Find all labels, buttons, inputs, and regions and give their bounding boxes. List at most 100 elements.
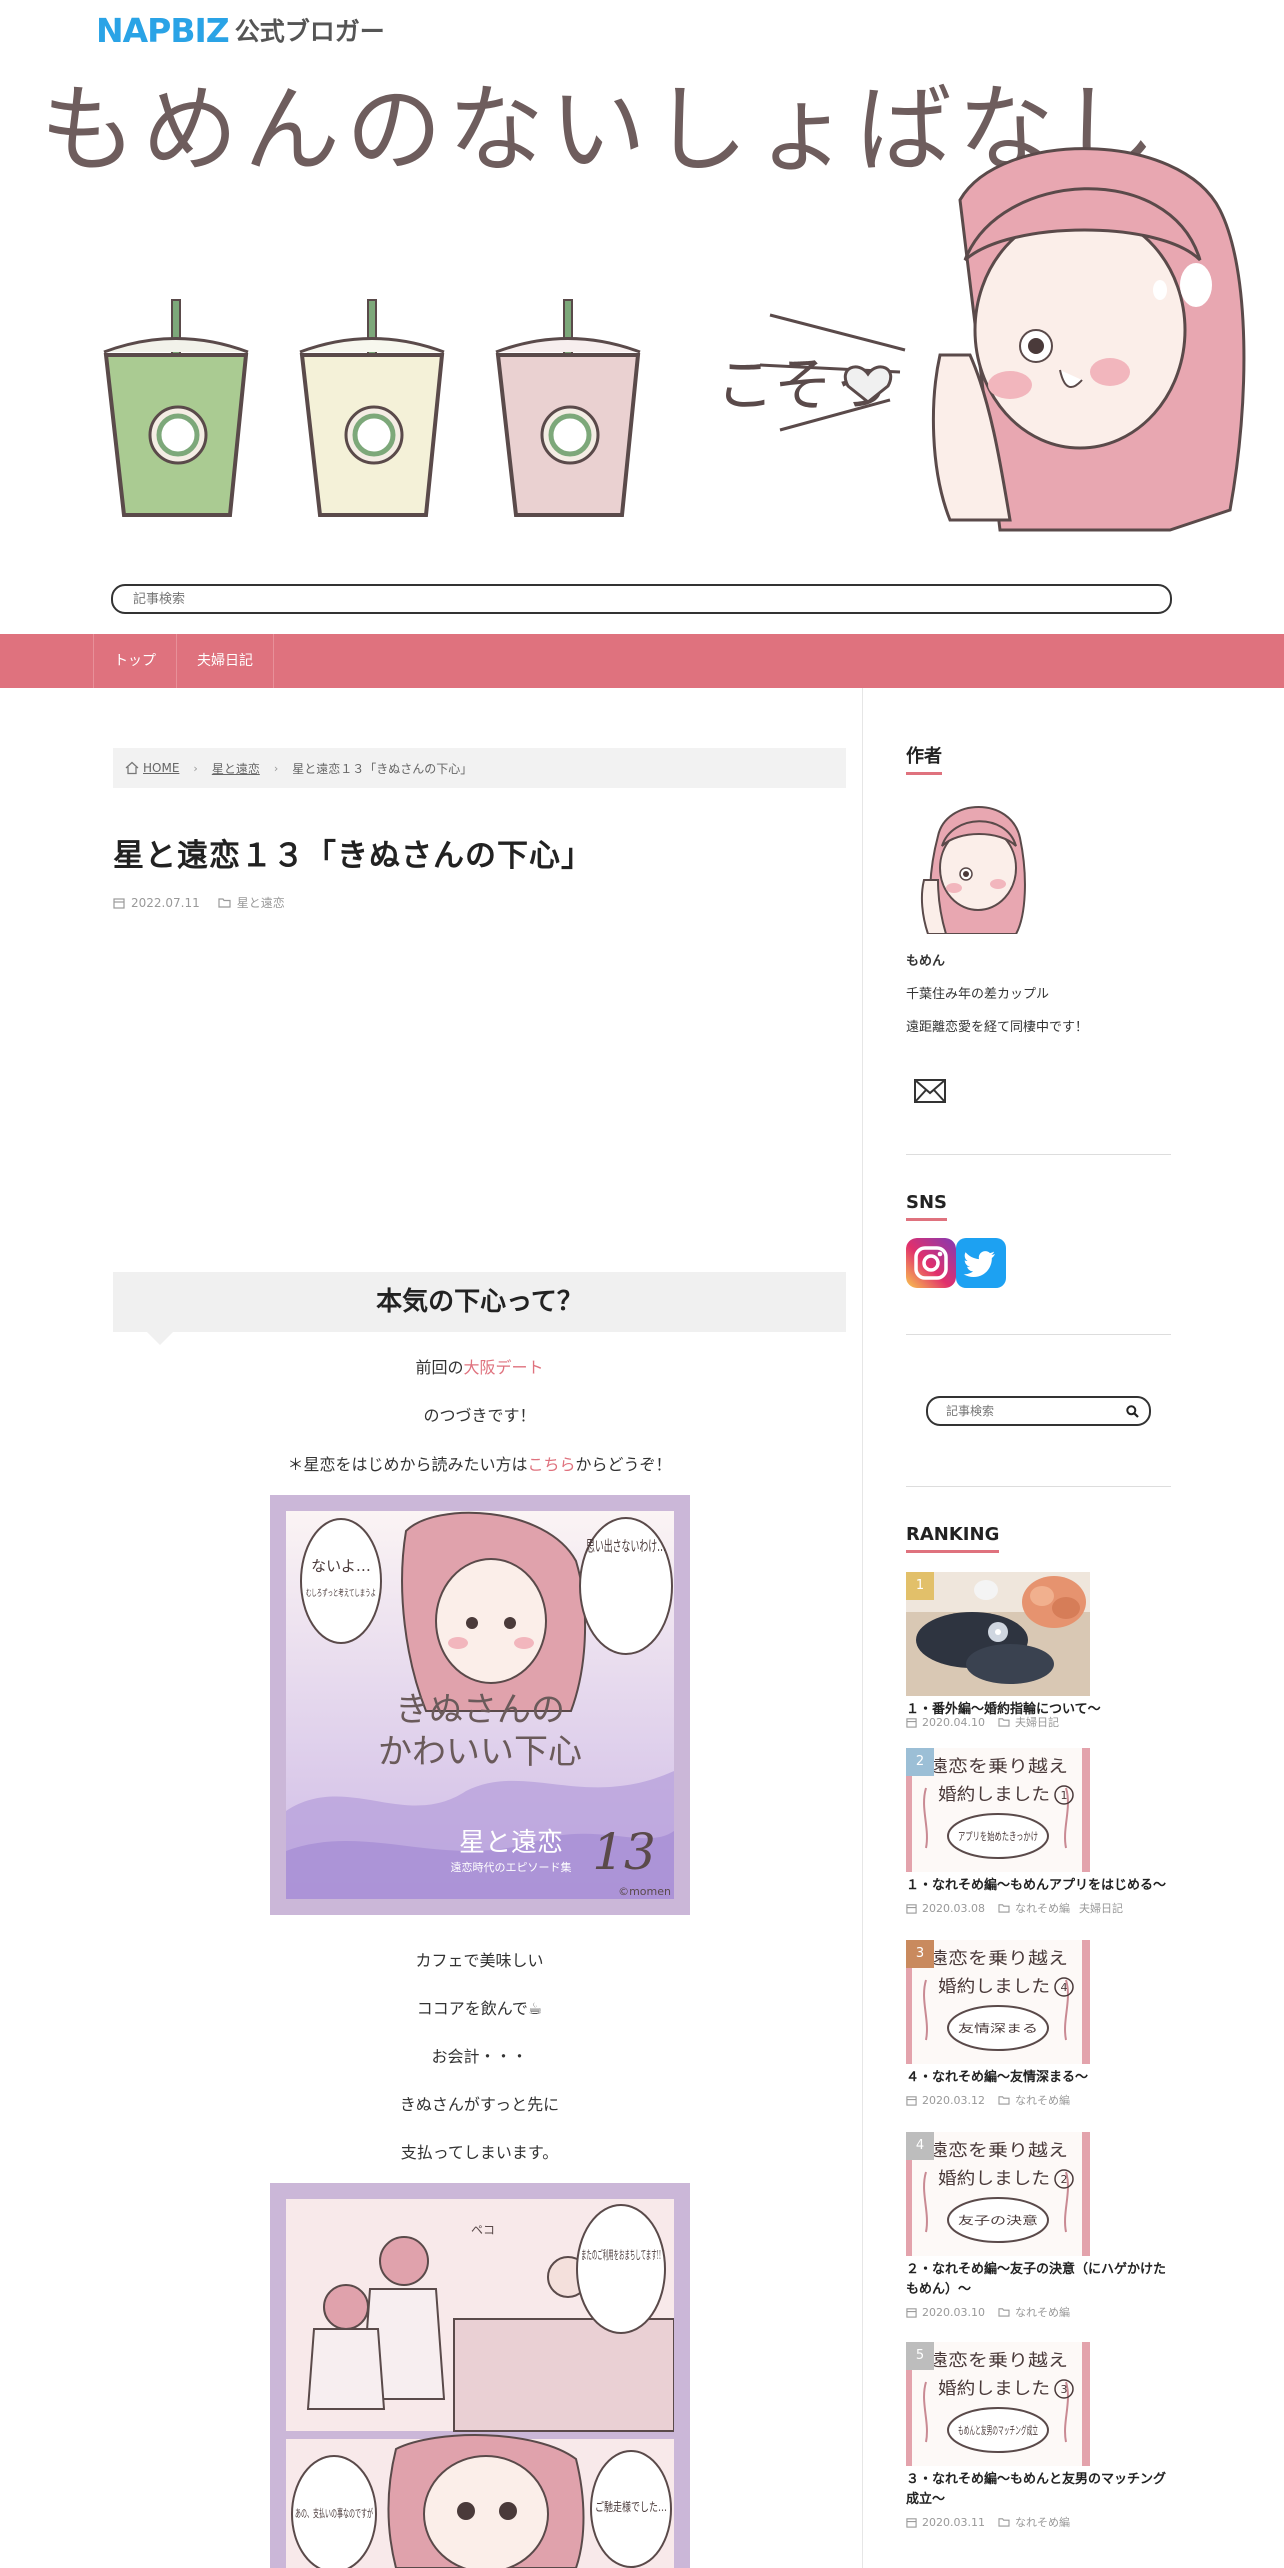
comic-credit: ©momen bbox=[618, 1885, 671, 1898]
thumbnail-note: 友情深まる bbox=[958, 2021, 1038, 2035]
svg-text:むしろずっと考えてしまうよ: むしろずっと考えてしまうよ bbox=[306, 1588, 376, 1599]
strawberry-cup-illustration bbox=[495, 299, 641, 517]
ranking-meta: 2020.03.08 なれそめ編 夫婦日記 bbox=[906, 1900, 1123, 1916]
thumbnail-banner-line1: 遠恋を乗り越え bbox=[928, 2140, 1068, 2161]
ranking-title-link[interactable]: ４・なれそめ編～友情深まる～ bbox=[906, 2068, 1171, 2088]
ranking-thumbnail[interactable]: 遠恋を乗り越え 婚約しました 1 アプリを始めたきっかけ 2 bbox=[906, 1748, 1090, 1872]
svg-text:思い出さないわけ…: 思い出さないわけ… bbox=[586, 1537, 666, 1555]
comic-series-name: 星と遠恋 bbox=[459, 1828, 563, 1858]
ranking-thumbnail[interactable]: 遠恋を乗り越え 婚約しました 4 友情深まる 3 bbox=[906, 1940, 1090, 2064]
ranking-number-badge: 3 bbox=[906, 1940, 934, 1968]
nav-item-couple-diary[interactable]: 夫婦日記 bbox=[176, 634, 274, 688]
ranking-thumbnail[interactable]: 1 bbox=[906, 1572, 1090, 1696]
sidebar-search-box[interactable] bbox=[926, 1396, 1151, 1426]
ranking-date: 2020.03.11 bbox=[922, 2515, 985, 2529]
thumbnail-circle-number: 2 bbox=[1061, 2173, 1068, 2186]
comic-checkout-illustration: またのご利用をおまちしてます!! ペコ ご馳走様でした… あの、支払いの事なので… bbox=[286, 2199, 674, 2568]
link-osaka-date[interactable]: 大阪デート bbox=[464, 1358, 544, 1377]
nav-item-top[interactable]: トップ bbox=[93, 634, 176, 688]
post-meta: 2022.07.11 星と遠恋 bbox=[113, 894, 285, 911]
breadcrumb-current: 星と遠恋１３「きぬさんの下心」 bbox=[292, 761, 473, 776]
mail-icon[interactable] bbox=[913, 1078, 947, 1104]
thumbnail-note: もめんと友男のマッチング成立 bbox=[958, 2423, 1038, 2437]
calendar-icon bbox=[906, 2095, 917, 2106]
ranking-category-link[interactable]: なれそめ編 bbox=[1015, 2304, 1070, 2320]
post-category-link[interactable]: 星と遠恋 bbox=[237, 894, 285, 911]
vanilla-cup-illustration bbox=[299, 299, 445, 517]
comic-image-title: 思い出さないわけ… ないよ… むしろずっと考えてしまうよ きぬさんの かわいい下… bbox=[270, 1495, 690, 1915]
paragraph-kinu-pays: きぬさんがすっと先に bbox=[399, 2095, 560, 2114]
search-icon[interactable] bbox=[1126, 1405, 1139, 1418]
link-series-start[interactable]: こちら bbox=[527, 1455, 575, 1474]
ranking-category-link[interactable]: 夫婦日記 bbox=[1079, 1900, 1123, 1916]
thumbnail-banner-line1: 遠恋を乗り越え bbox=[928, 1948, 1068, 1969]
folder-icon bbox=[218, 898, 231, 908]
svg-text:ないよ…: ないよ… bbox=[311, 1557, 371, 1575]
folder-icon bbox=[998, 2096, 1010, 2105]
thumbnail-banner-line2: 婚約しました bbox=[938, 1785, 1050, 1805]
ranking-date: 2020.03.12 bbox=[922, 2093, 985, 2107]
author-name: もめん bbox=[906, 954, 946, 969]
paragraph-continuation: のつづきです！ bbox=[423, 1406, 536, 1425]
calendar-icon bbox=[906, 1903, 917, 1914]
breadcrumb: HOME › 星と遠恋 › 星と遠恋１３「きぬさんの下心」 bbox=[113, 748, 846, 788]
thumbnail-circle-number: 1 bbox=[1061, 1789, 1068, 1802]
thumbnail-banner-line2: 婚約しました bbox=[938, 1977, 1050, 1997]
calendar-icon bbox=[906, 1717, 917, 1728]
breadcrumb-home[interactable]: HOME bbox=[143, 761, 179, 775]
comic-series-subtitle: 遠恋時代のエピソード集 bbox=[451, 1860, 572, 1874]
header-search-input[interactable] bbox=[113, 586, 1170, 612]
ranking-title-link[interactable]: ２・なれそめ編～友子の決意（にハゲかけたもめん）～ bbox=[906, 2260, 1171, 2300]
sidebar-divider bbox=[906, 1486, 1171, 1487]
ranking-category-link[interactable]: なれそめ編 bbox=[1015, 2092, 1070, 2108]
sidebar-divider bbox=[906, 1334, 1171, 1335]
ranking-title-link[interactable]: ３・なれそめ編～もめんと友男のマッチング成立～ bbox=[906, 2470, 1171, 2510]
author-bio-line1: 千葉住み年の差カップル bbox=[906, 987, 1050, 1002]
ranking-thumbnail[interactable]: 遠恋を乗り越え 婚約しました 2 友子の決意 4 bbox=[906, 2132, 1090, 2256]
official-blogger-label: 公式ブロガー bbox=[234, 17, 385, 46]
header-search-box[interactable] bbox=[111, 584, 1172, 614]
instagram-icon[interactable] bbox=[906, 1238, 956, 1288]
author-avatar[interactable] bbox=[916, 796, 1036, 934]
calendar-icon bbox=[113, 897, 125, 909]
ranking-item[interactable]: 遠恋を乗り越え 婚約しました 4 友情深まる 3 ４・なれそめ編～友情深まる～ 2020.0… bbox=[906, 1940, 1171, 2110]
thumbnail-banner-line2: 婚約しました bbox=[938, 2169, 1050, 2189]
heading-tail bbox=[146, 1331, 174, 1345]
svg-text:ご馳走様でした…: ご馳走様でした… bbox=[595, 2499, 667, 2514]
ranking-item[interactable]: 遠恋を乗り越え婚約しました 3 もめんと友男のマッチング成立 5 ３・なれそめ編～もめん… bbox=[906, 2342, 1171, 2532]
post-date: 2022.07.11 bbox=[131, 895, 200, 910]
ranking-title-link[interactable]: １・なれそめ編～もめんアプリをはじめる～ bbox=[906, 1876, 1171, 1896]
paragraph-cafe: カフェで美味しい bbox=[415, 1951, 544, 1970]
svg-text:あの、支払いの事なのですが: あの、支払いの事なのですが bbox=[295, 2506, 373, 2520]
ranking-date: 2020.03.08 bbox=[922, 1901, 985, 1915]
site-header: NAPBIZ 公式ブロガー もめんのないしょばなし こそっ 記事検索 bbox=[0, 0, 1284, 634]
thumbnail-circle-number: 3 bbox=[1061, 2383, 1068, 2396]
twitter-icon[interactable] bbox=[956, 1238, 1006, 1288]
napbiz-badge[interactable]: NAPBIZ 公式ブロガー bbox=[96, 10, 385, 50]
paragraph-paid: 支払ってしまいます。 bbox=[400, 2143, 559, 2162]
ranking-item[interactable]: 遠恋を乗り越え 婚約しました 1 アプリを始めたきっかけ 2 １・なれそめ編～もめんアプリ… bbox=[906, 1748, 1171, 1918]
calendar-icon bbox=[906, 2517, 917, 2528]
sidebar-search-input[interactable] bbox=[928, 1398, 1108, 1424]
paragraph-read-from-start: ＊星恋をはじめから読みたい方はこちらからどうぞ！ bbox=[287, 1455, 672, 1474]
comic-title-illustration: 思い出さないわけ… ないよ… むしろずっと考えてしまうよ きぬさんの かわいい下… bbox=[286, 1511, 674, 1899]
breadcrumb-category[interactable]: 星と遠恋 bbox=[212, 760, 260, 777]
thumbnail-banner-line1: 遠恋を乗り越え bbox=[928, 2350, 1068, 2371]
ranking-number-badge: 1 bbox=[906, 1572, 934, 1600]
matcha-cup-illustration bbox=[103, 299, 249, 517]
sidebar-heading-ranking: RANKING bbox=[906, 1524, 1000, 1553]
breadcrumb-separator-icon: › bbox=[193, 761, 198, 775]
ranking-meta: 2020.03.10 なれそめ編 bbox=[906, 2304, 1070, 2320]
ranking-category-link[interactable]: なれそめ編 bbox=[1015, 1900, 1070, 1916]
paragraph-cocoa: ココアを飲んで☕ bbox=[416, 1999, 543, 2018]
ranking-item[interactable]: 遠恋を乗り越え 婚約しました 2 友子の決意 4 ２・なれそめ編～友子の決意（にハゲかけた… bbox=[906, 2132, 1171, 2322]
ranking-category-link[interactable]: なれそめ編 bbox=[1015, 2514, 1070, 2530]
folder-icon bbox=[998, 1718, 1010, 1727]
sidebar-divider bbox=[906, 1154, 1171, 1155]
ranking-thumbnail[interactable]: 遠恋を乗り越え婚約しました 3 もめんと友男のマッチング成立 5 bbox=[906, 2342, 1090, 2466]
ranking-category-link[interactable]: 夫婦日記 bbox=[1015, 1714, 1059, 1730]
ranking-meta: 2020.03.12 なれそめ編 bbox=[906, 2092, 1070, 2108]
folder-icon bbox=[998, 2518, 1010, 2527]
author-bio-line2: 遠距離恋愛を経て同棲中です！ bbox=[906, 1020, 1089, 1035]
ranking-item[interactable]: 1 １・番外編～婚約指輪について～ 2020.04.10 夫婦日記 bbox=[906, 1572, 1171, 1732]
